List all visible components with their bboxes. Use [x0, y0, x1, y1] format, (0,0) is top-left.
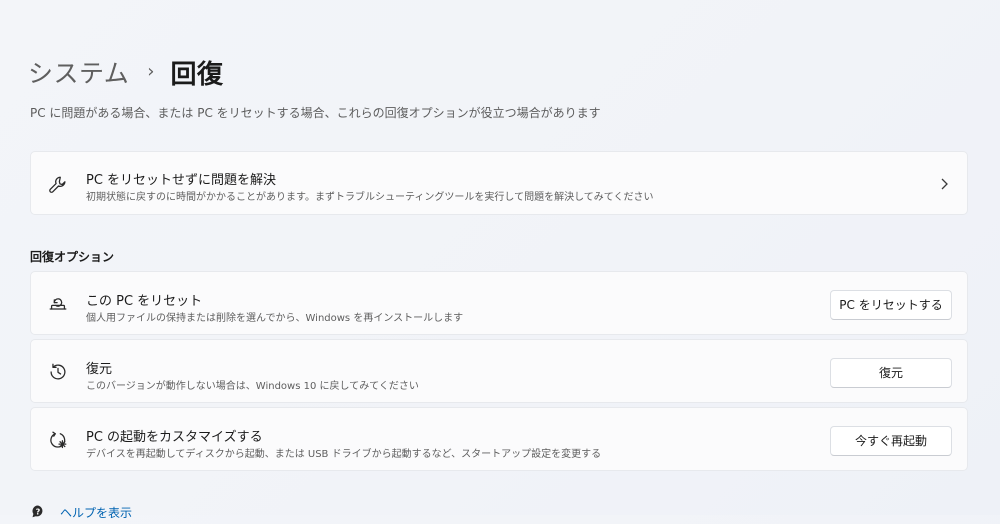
wrench-icon [47, 174, 69, 196]
breadcrumb-separator: › [147, 60, 155, 82]
page-title: 回復 [170, 59, 224, 90]
get-help-link[interactable]: ヘルプを表示 [60, 504, 132, 521]
history-icon [47, 361, 69, 383]
recovery-options-heading: 回復オプション [30, 250, 115, 264]
breadcrumb-system-link[interactable]: システム [28, 54, 129, 90]
help-row: ? ヘルプを表示 [30, 502, 132, 522]
troubleshoot-card[interactable]: PC をリセットせずに問題を解決 初期状態に戻すのに時間がかかることがあります。… [30, 151, 968, 215]
restore-card: 復元 このバージョンが動作しない場合は、Windows 10 に戻してみてくださ… [30, 339, 968, 403]
breadcrumb: システム › 回復 [28, 52, 223, 92]
page-description: PC に問題がある場合、または PC をリセットする場合、これらの回復オプション… [30, 106, 601, 120]
help-icon: ? [30, 504, 46, 520]
restore-title: 復元 [86, 362, 113, 377]
reset-pc-card: この PC をリセット 個人用ファイルの保持または削除を選んでから、Window… [30, 271, 968, 335]
reset-pc-title: この PC をリセット [86, 294, 203, 309]
svg-text:?: ? [36, 508, 41, 517]
reset-pc-button[interactable]: PC をリセットする [830, 290, 952, 320]
troubleshoot-title: PC をリセットせずに問題を解決 [86, 173, 277, 188]
restart-now-button[interactable]: 今すぐ再起動 [830, 426, 952, 456]
chevron-right-icon [939, 176, 949, 190]
restore-button[interactable]: 復元 [830, 358, 952, 388]
advanced-startup-card: PC の起動をカスタマイズする デバイスを再起動してディスクから起動、または U… [30, 407, 968, 471]
advanced-startup-title: PC の起動をカスタマイズする [86, 430, 263, 445]
troubleshoot-subtitle: 初期状態に戻すのに時間がかかることがあります。まずトラブルシューティングツールを… [86, 192, 654, 203]
reset-pc-subtitle: 個人用ファイルの保持または削除を選んでから、Windows を再インストールしま… [86, 313, 464, 324]
reset-pc-icon [47, 293, 69, 315]
restore-subtitle: このバージョンが動作しない場合は、Windows 10 に戻してみてください [86, 381, 419, 392]
advanced-startup-icon [47, 429, 69, 451]
advanced-startup-subtitle: デバイスを再起動してディスクから起動、または USB ドライブから起動するなど、… [86, 449, 602, 460]
